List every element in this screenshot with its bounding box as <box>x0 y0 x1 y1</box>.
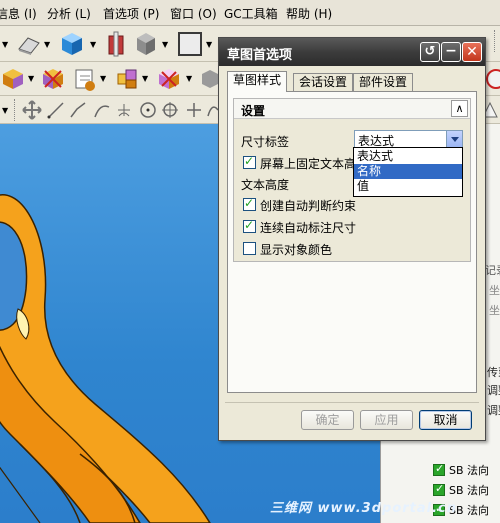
section-view-icon[interactable] <box>104 30 128 58</box>
shaded-box-icon[interactable] <box>134 30 158 58</box>
dialog-title-bar[interactable]: 草图首选项 ↺ − ✕ <box>219 38 485 66</box>
navigator-fragment: 调整 <box>487 384 500 397</box>
menu-help[interactable]: 帮助 (H) <box>286 5 332 22</box>
tab-session-settings[interactable]: 会话设置 <box>293 73 354 92</box>
navigator-fragment: 坐 <box>489 284 500 297</box>
toolbar-arrow[interactable]: ▼ <box>28 74 34 83</box>
chevron-down-icon[interactable] <box>446 131 462 147</box>
tab-part-settings[interactable]: 部件设置 <box>353 73 414 92</box>
toolbar-arrow[interactable]: ▼ <box>162 40 168 49</box>
menu-info[interactable]: 信息 (I) <box>0 5 37 22</box>
menu-window[interactable]: 窗口 (O) <box>170 5 217 22</box>
toolbar-grip[interactable] <box>14 99 17 121</box>
dimension-label-select[interactable]: 表达式 <box>354 130 463 148</box>
toolbar-arrow[interactable]: ▼ <box>186 74 192 83</box>
navigator-fragment: 坐 <box>489 304 500 317</box>
reset-icon[interactable]: ↺ <box>420 42 440 62</box>
text-height-label: 文本高度 <box>241 178 290 192</box>
close-icon[interactable]: ✕ <box>462 42 482 62</box>
option-expression[interactable]: 表达式 <box>354 149 462 164</box>
button-separator <box>225 402 479 403</box>
chevron-up-icon[interactable]: ∧ <box>451 100 468 117</box>
navigator-row[interactable]: SB 法向 <box>449 462 489 482</box>
tab-panel-sketch-style: 设置 ∧ 尺寸标签 表达式 屏幕上固定文本高度 文本高度 创建自动判断约束 连续… <box>227 91 477 393</box>
eraser-icon[interactable] <box>16 32 42 56</box>
create-inferred-constraints-checkbox[interactable] <box>243 196 256 211</box>
continuous-auto-dimension-checkbox[interactable] <box>243 218 256 233</box>
toolbar-arrow[interactable]: ▼ <box>2 106 8 115</box>
toolbar-arrow[interactable]: ▼ <box>142 74 148 83</box>
dialog-button-row: 确定 应用 取消 <box>219 410 485 434</box>
menu-analysis[interactable]: 分析 (L) <box>47 5 91 22</box>
ok-button[interactable]: 确定 <box>301 410 354 430</box>
create-inferred-constraints-label: 创建自动判断约束 <box>260 199 357 213</box>
feature-select-icon[interactable] <box>72 66 98 92</box>
continuous-auto-dimension-label: 连续自动标注尺寸 <box>260 221 357 235</box>
cancel-button[interactable]: 取消 <box>419 410 472 430</box>
toolbar-arrow[interactable]: ▼ <box>2 40 8 49</box>
toolbar-arrow[interactable]: ▼ <box>100 74 106 83</box>
toolbar-arrow[interactable]: ▼ <box>44 40 50 49</box>
display-object-color-checkbox[interactable] <box>243 242 256 255</box>
component-select-icon[interactable] <box>156 66 182 92</box>
dimension-label-dropdown: 表达式 名称 值 <box>353 147 463 197</box>
hidden-body-icon[interactable] <box>200 68 220 90</box>
menu-bar: 信息 (I) 分析 (L) 首选项 (P) 窗口 (O) GC工具箱 帮助 (H… <box>0 0 500 26</box>
toolbar-arrow[interactable]: ▼ <box>206 40 212 49</box>
fixed-text-height-checkbox[interactable] <box>243 154 256 169</box>
toolbar-grip[interactable] <box>494 30 497 52</box>
assembly-select-icon[interactable] <box>114 66 140 92</box>
option-name[interactable]: 名称 <box>354 164 462 179</box>
watermark: 三维网 www.3dportal.cn <box>270 501 458 516</box>
display-object-color-label: 显示对象颜色 <box>260 243 333 257</box>
apply-button[interactable]: 应用 <box>360 410 413 430</box>
menu-preferences[interactable]: 首选项 (P) <box>103 5 159 22</box>
navigator-fragment: 记录 <box>485 264 500 277</box>
settings-group-title: 设置 <box>241 104 266 118</box>
navigator-check[interactable] <box>433 462 445 476</box>
cube-icon[interactable] <box>58 30 86 58</box>
body-select-icon[interactable] <box>40 66 66 92</box>
navigator-check[interactable] <box>433 482 445 496</box>
circle-icon[interactable] <box>138 100 158 120</box>
point-icon[interactable] <box>184 100 204 120</box>
navigator-fragment: 调整 <box>487 404 500 417</box>
clock-icon[interactable] <box>484 68 500 90</box>
settings-group-header[interactable]: 设置 ∧ <box>234 99 470 119</box>
option-value[interactable]: 值 <box>354 179 462 194</box>
center-circle-icon[interactable] <box>160 100 180 120</box>
navigator-fragment: 传到 <box>487 366 500 379</box>
fillet-icon[interactable] <box>114 100 134 120</box>
fixed-text-height-label: 屏幕上固定文本高度 <box>260 157 369 171</box>
dialog-title: 草图首选项 <box>227 48 293 63</box>
dimension-label-label: 尺寸标签 <box>241 135 290 149</box>
color-box-icon[interactable] <box>178 32 202 56</box>
face-select-icon[interactable] <box>0 66 26 92</box>
sketch-preferences-dialog: 草图首选项 ↺ − ✕ 草图样式 会话设置 部件设置 设置 ∧ 尺寸标签 表达式… <box>218 37 486 441</box>
line-icon[interactable] <box>46 100 66 120</box>
profile-icon[interactable] <box>68 100 88 120</box>
minimize-icon[interactable]: − <box>441 42 461 62</box>
menu-gc-toolbox[interactable]: GC工具箱 <box>224 5 278 22</box>
move-icon[interactable] <box>22 100 42 120</box>
arc-icon[interactable] <box>92 100 112 120</box>
toolbar-arrow[interactable]: ▼ <box>90 40 96 49</box>
tab-sketch-style[interactable]: 草图样式 <box>227 71 288 92</box>
